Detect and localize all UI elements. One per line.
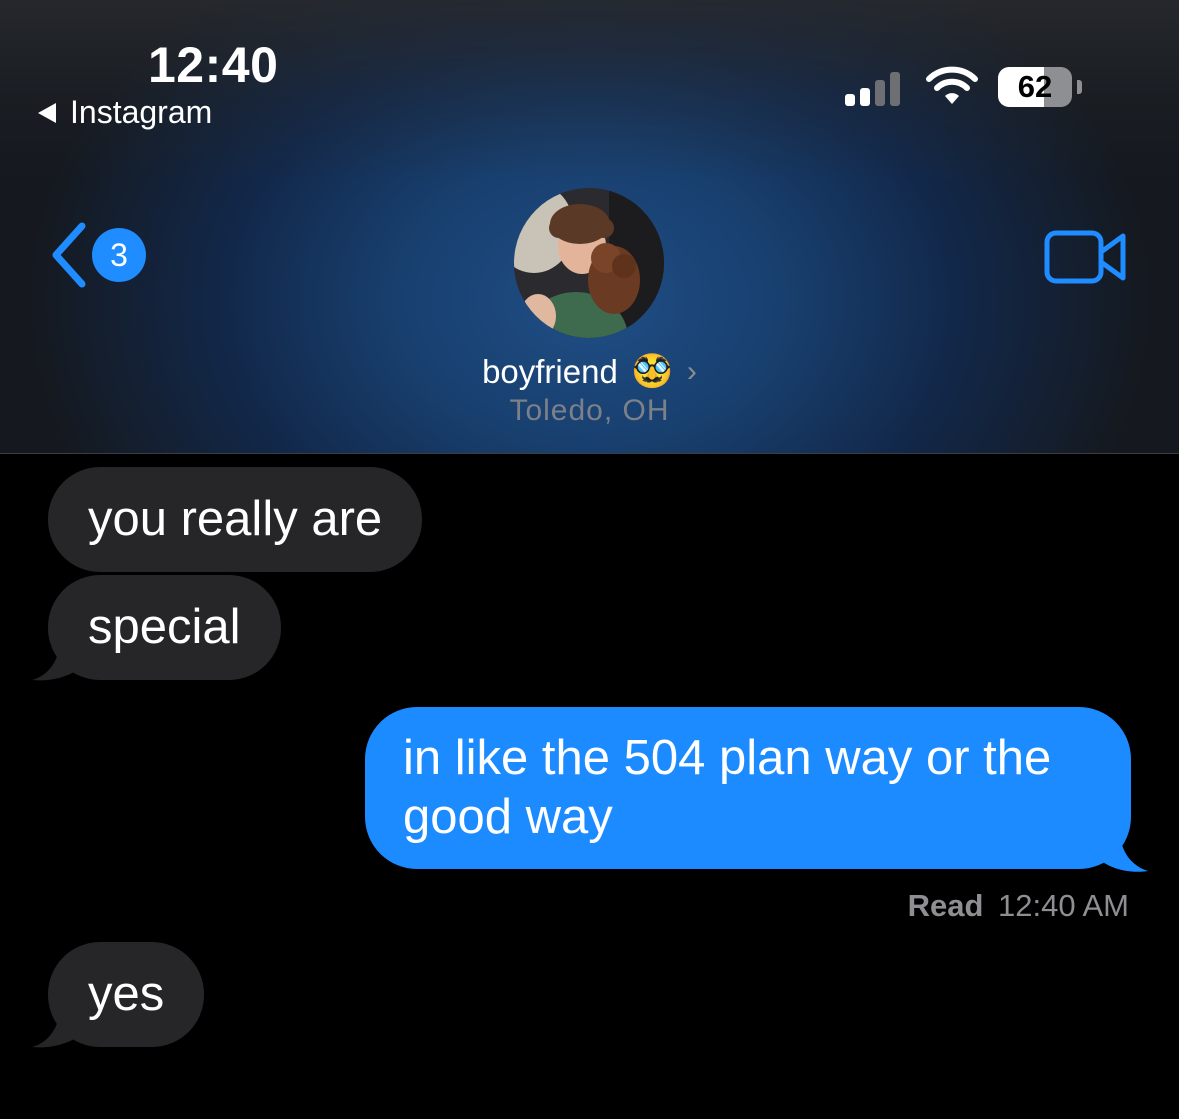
incoming-message-bubble[interactable]: special xyxy=(48,575,281,680)
incoming-bubble-tail xyxy=(32,640,80,681)
status-time: 12:40 xyxy=(148,37,279,93)
return-app-label: Instagram xyxy=(70,94,213,130)
message-text: yes xyxy=(88,967,165,1021)
back-triangle-icon xyxy=(38,102,56,123)
cellular-signal-icon xyxy=(845,70,900,106)
return-to-app-link[interactable]: Instagram xyxy=(38,94,212,131)
contact-avatar[interactable] xyxy=(514,188,664,338)
incoming-bubble-tail xyxy=(32,1007,80,1048)
video-call-icon[interactable] xyxy=(1044,230,1128,286)
messages-screen: 12:40 Instagram 62 3 boyfriend 🥸 › Toled… xyxy=(0,0,1179,1119)
chevron-right-icon: › xyxy=(686,354,697,388)
contact-name: boyfriend xyxy=(482,352,618,390)
wifi-icon xyxy=(926,66,978,104)
outgoing-bubble-tail xyxy=(1100,830,1148,872)
read-receipt: Read 12:40 AM xyxy=(908,888,1129,924)
read-time: 12:40 AM xyxy=(998,888,1129,923)
contact-location: Toledo, OH xyxy=(509,394,670,427)
message-text: you really are xyxy=(88,492,383,546)
back-button[interactable]: 3 xyxy=(48,222,146,288)
chevron-left-icon xyxy=(52,222,86,288)
avatar-photo xyxy=(514,188,664,338)
battery-nub xyxy=(1077,80,1082,94)
contact-emoji: 🥸 xyxy=(631,352,673,389)
message-text: in like the 504 plan way or the good way xyxy=(403,731,1052,844)
contact-name-row[interactable]: boyfriend 🥸 › xyxy=(0,352,1179,391)
incoming-message-bubble[interactable]: you really are xyxy=(48,467,423,572)
message-text: special xyxy=(88,600,241,654)
read-label: Read xyxy=(907,888,984,923)
unread-count-badge: 3 xyxy=(92,228,146,282)
outgoing-message-bubble[interactable]: in like the 504 plan way or the good way xyxy=(365,707,1131,869)
battery-indicator: 62 xyxy=(998,67,1072,107)
conversation-header: 12:40 Instagram 62 3 boyfriend 🥸 › Toled… xyxy=(0,0,1179,454)
